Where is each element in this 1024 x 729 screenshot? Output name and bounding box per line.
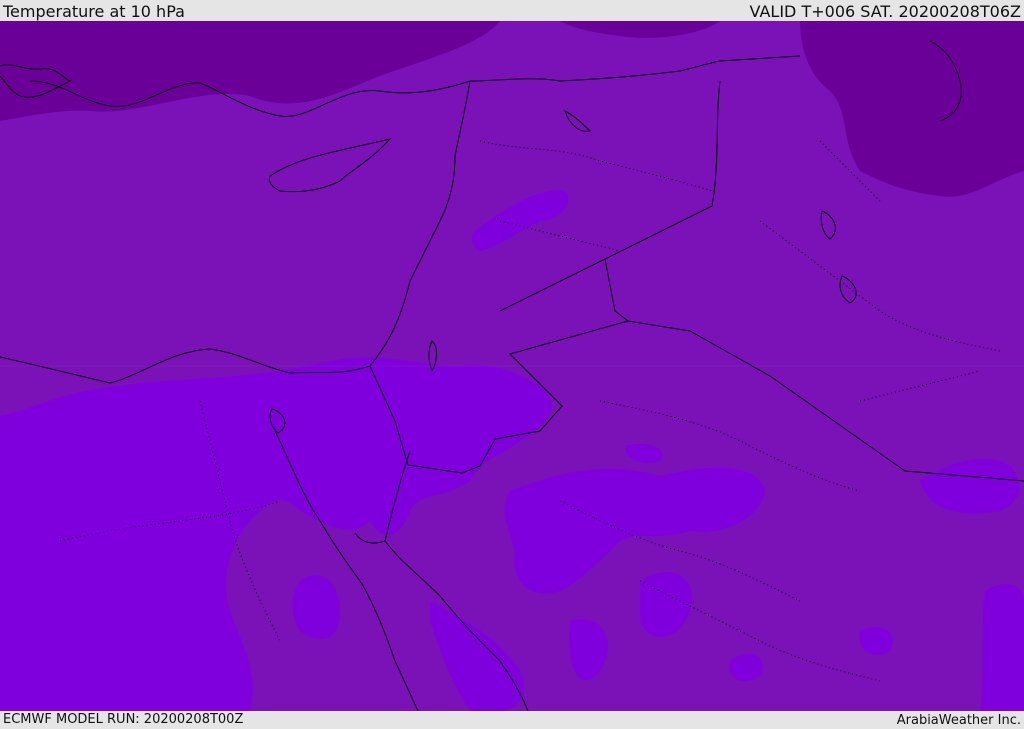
footer-bar: ECMWF MODEL RUN: 20200208T00Z ArabiaWeat… xyxy=(0,711,1024,729)
header-bar: Temperature at 10 hPa VALID T+006 SAT. 2… xyxy=(0,0,1024,21)
credit-label: ArabiaWeather Inc. xyxy=(896,713,1021,728)
forecast-map[interactable] xyxy=(0,21,1024,711)
map-title: Temperature at 10 hPa xyxy=(3,2,185,21)
temperature-field-bright-southeast-corner xyxy=(980,584,1024,711)
model-run-label: ECMWF MODEL RUN: 20200208T00Z xyxy=(3,712,244,727)
valid-time-label: VALID T+006 SAT. 20200208T06Z xyxy=(749,2,1021,21)
temperature-field-bright-sinai xyxy=(292,575,340,640)
map-canvas xyxy=(0,21,1024,711)
